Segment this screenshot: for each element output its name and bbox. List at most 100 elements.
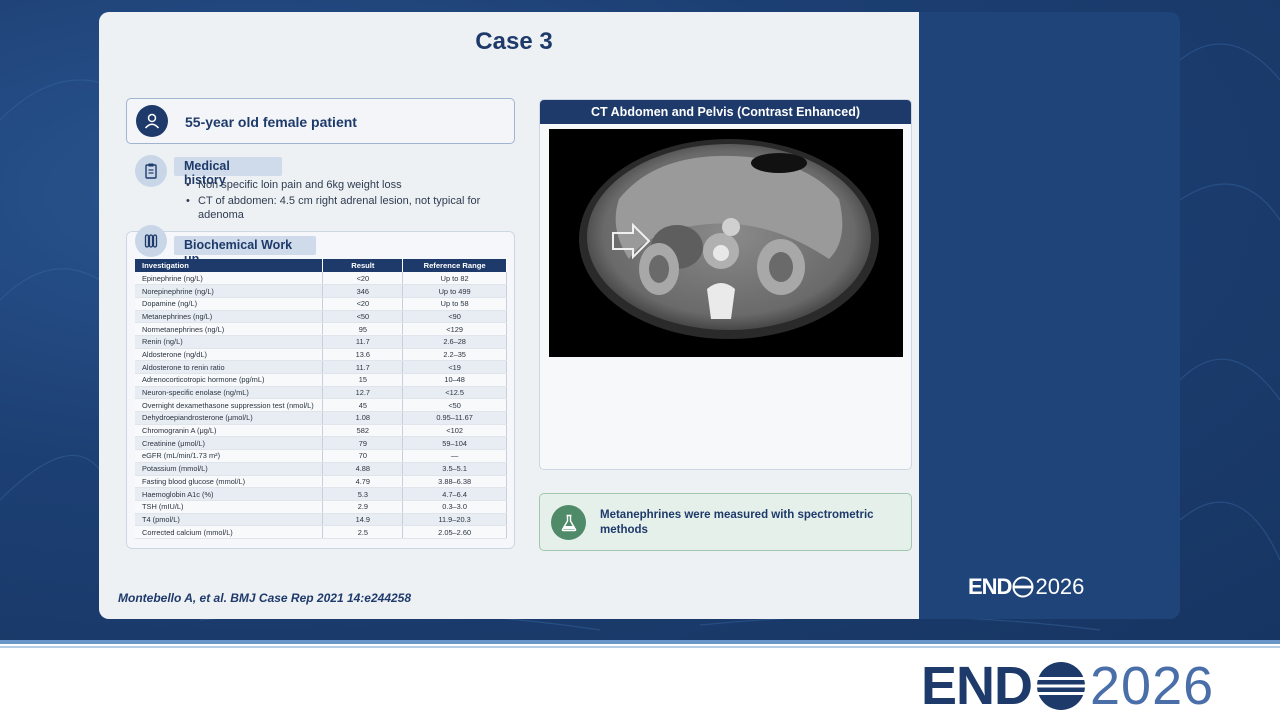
table-cell: 4.79 [322, 475, 404, 489]
table-cell: <129 [402, 322, 507, 336]
table-cell: Potassium (mmol/L) [135, 462, 324, 476]
footer-stripe-thin [0, 646, 1280, 648]
column-header: Result [322, 259, 404, 272]
table-cell: 11.7 [322, 335, 404, 349]
table-row: Adrenocorticotropic hormone (pg/mL) 15 10–… [135, 373, 507, 387]
table-cell: Norepinephrine (ng/L) [135, 284, 324, 298]
history-item: CT of abdomen: 4.5 cm right adrenal lesi… [186, 194, 506, 222]
table-cell: <20 [322, 297, 404, 311]
table-cell: 13.6 [322, 348, 404, 362]
logo-text-year: 2026 [1090, 656, 1215, 716]
column-header: Investigation [135, 259, 324, 272]
table-cell: TSH (mIU/L) [135, 500, 324, 514]
table-cell: Aldosterone (ng/dL) [135, 348, 324, 362]
table-cell: 0.95–11.67 [402, 411, 507, 425]
table-cell: Dopamine (ng/L) [135, 297, 324, 311]
table-row: Overnight dexamethasone suppression test… [135, 398, 507, 413]
table-cell: 5.3 [322, 487, 404, 501]
table-cell: 11.9–20.3 [402, 513, 507, 527]
table-row: TSH (mIU/L) 2.9 0.3–3.0 [135, 500, 507, 514]
column-header: Reference Range [402, 259, 507, 272]
table-cell: 1.08 [322, 411, 404, 425]
table-row: eGFR (mL/min/1.73 m²) 70— [135, 449, 507, 463]
patient-description: 55-year old female patient [185, 114, 357, 130]
footer-stripe [0, 640, 1280, 644]
table-cell: Epinephrine (ng/L) [135, 272, 324, 286]
endo-logo-large: END 2026 [921, 656, 1214, 716]
table-cell: Haemoglobin A1c (%) [135, 487, 324, 501]
table-cell: 70 [322, 449, 404, 463]
table-cell: <20 [322, 272, 404, 286]
table-cell: 15 [322, 373, 404, 387]
history-item: Non specific loin pain and 6kg weight lo… [186, 178, 506, 192]
table-cell: Adrenocorticotropic hormone (pg/mL) [135, 373, 324, 387]
test-tubes-icon [135, 225, 167, 257]
table-cell: 346 [322, 284, 404, 298]
globe-icon [1012, 576, 1034, 598]
person-icon [136, 105, 168, 137]
table-cell: 4.7–6.4 [402, 487, 507, 501]
table-cell: 79 [322, 436, 404, 451]
ct-panel: CT Abdomen and Pelvis (Contrast Enhanced… [539, 99, 912, 470]
table-cell: eGFR (mL/min/1.73 m²) [135, 449, 324, 463]
logo-text-bold: END [921, 656, 1033, 716]
table-cell: 12.7 [322, 386, 404, 400]
slide-title: Case 3 [475, 28, 553, 55]
table-row: Creatinine (μmol/L) 79 59–104 [135, 436, 507, 451]
clipboard-icon [135, 155, 167, 187]
table-row: Dopamine (ng/L) <20 Up to 58 [135, 297, 507, 311]
biochemical-label: Biochemical Work up [174, 236, 316, 266]
table-cell: 582 [322, 424, 404, 438]
table-cell: <102 [402, 424, 507, 438]
table-cell: — [402, 449, 507, 463]
table-row: Metanephrines (ng/L) <50 <90 [135, 310, 507, 324]
logo-text-year: 2026 [1035, 574, 1085, 599]
table-cell: Metanephrines (ng/L) [135, 310, 324, 324]
table-row: T4 (pmol/L) 14.9 11.9–20.3 [135, 513, 507, 527]
table-cell: Overnight dexamethasone suppression test… [135, 398, 324, 413]
table-row: Aldosterone (ng/dL) 13.6 2.2–35 [135, 348, 507, 362]
table-row: Fasting blood glucose (mmol/L) 4.79 3.88–6… [135, 475, 507, 489]
table-row: Renin (ng/L) 11.7 2.6–28 [135, 335, 507, 349]
table-cell: Dehydroepiandrosterone (μmol/L) [135, 411, 324, 425]
table-cell: Normetanephrines (ng/L) [135, 322, 324, 336]
table-cell: <12.5 [402, 386, 507, 400]
table-cell: Up to 499 [402, 284, 507, 298]
methods-note: Metanephrines were measured with spectro… [539, 493, 912, 551]
flask-icon [551, 505, 586, 540]
table-row: Normetanephrines (ng/L) 95 <129 [135, 322, 507, 336]
table-cell: T4 (pmol/L) [135, 513, 324, 527]
table-cell: 95 [322, 322, 404, 336]
table-cell: 2.2–35 [402, 348, 507, 362]
table-cell: 0.3–3.0 [402, 500, 507, 514]
lab-results-table: Investigation Result Reference Range Epi… [135, 259, 507, 539]
table-row: Epinephrine (ng/L) <20 Up to 82 [135, 272, 507, 286]
table-cell: 14.9 [322, 513, 404, 527]
table-cell: <50 [322, 310, 404, 324]
table-cell: Renin (ng/L) [135, 335, 324, 349]
table-row: Neuron-specific enolase (ng/mL) 12.7 <12.5 [135, 386, 507, 400]
table-cell: <90 [402, 310, 507, 324]
table-cell: 59–104 [402, 436, 507, 451]
table-cell: 2.5 [322, 525, 404, 539]
table-cell: 10–48 [402, 373, 507, 387]
table-cell: 11.7 [322, 360, 404, 374]
history-list: Non specific loin pain and 6kg weight lo… [186, 178, 506, 224]
table-header-row: Investigation Result Reference Range [135, 259, 507, 272]
endo-logo-small: END 2026 [968, 574, 1084, 600]
globe-icon [1037, 662, 1086, 710]
table-cell: 4.88 [322, 462, 404, 476]
table-cell: Up to 58 [402, 297, 507, 311]
table-cell: 2.9 [322, 500, 404, 514]
table-row: Aldosterone to renin ratio 11.7 <19 [135, 360, 507, 374]
methods-note-text: Metanephrines were measured with spectro… [600, 509, 874, 536]
table-row: Norepinephrine (ng/L) 346 Up to 499 [135, 284, 507, 298]
table-cell: Aldosterone to renin ratio [135, 360, 324, 374]
table-cell: Neuron-specific enolase (ng/mL) [135, 386, 324, 400]
table-row: Haemoglobin A1c (%) 5.3 4.7–6.4 [135, 487, 507, 501]
ct-scan-image [549, 129, 903, 357]
table-cell: Chromogranin A (μg/L) [135, 424, 324, 438]
table-cell: Up to 82 [402, 272, 507, 286]
table-cell: 3.5–5.1 [402, 462, 507, 476]
table-row: Potassium (mmol/L) 4.88 3.5–5.1 [135, 462, 507, 476]
